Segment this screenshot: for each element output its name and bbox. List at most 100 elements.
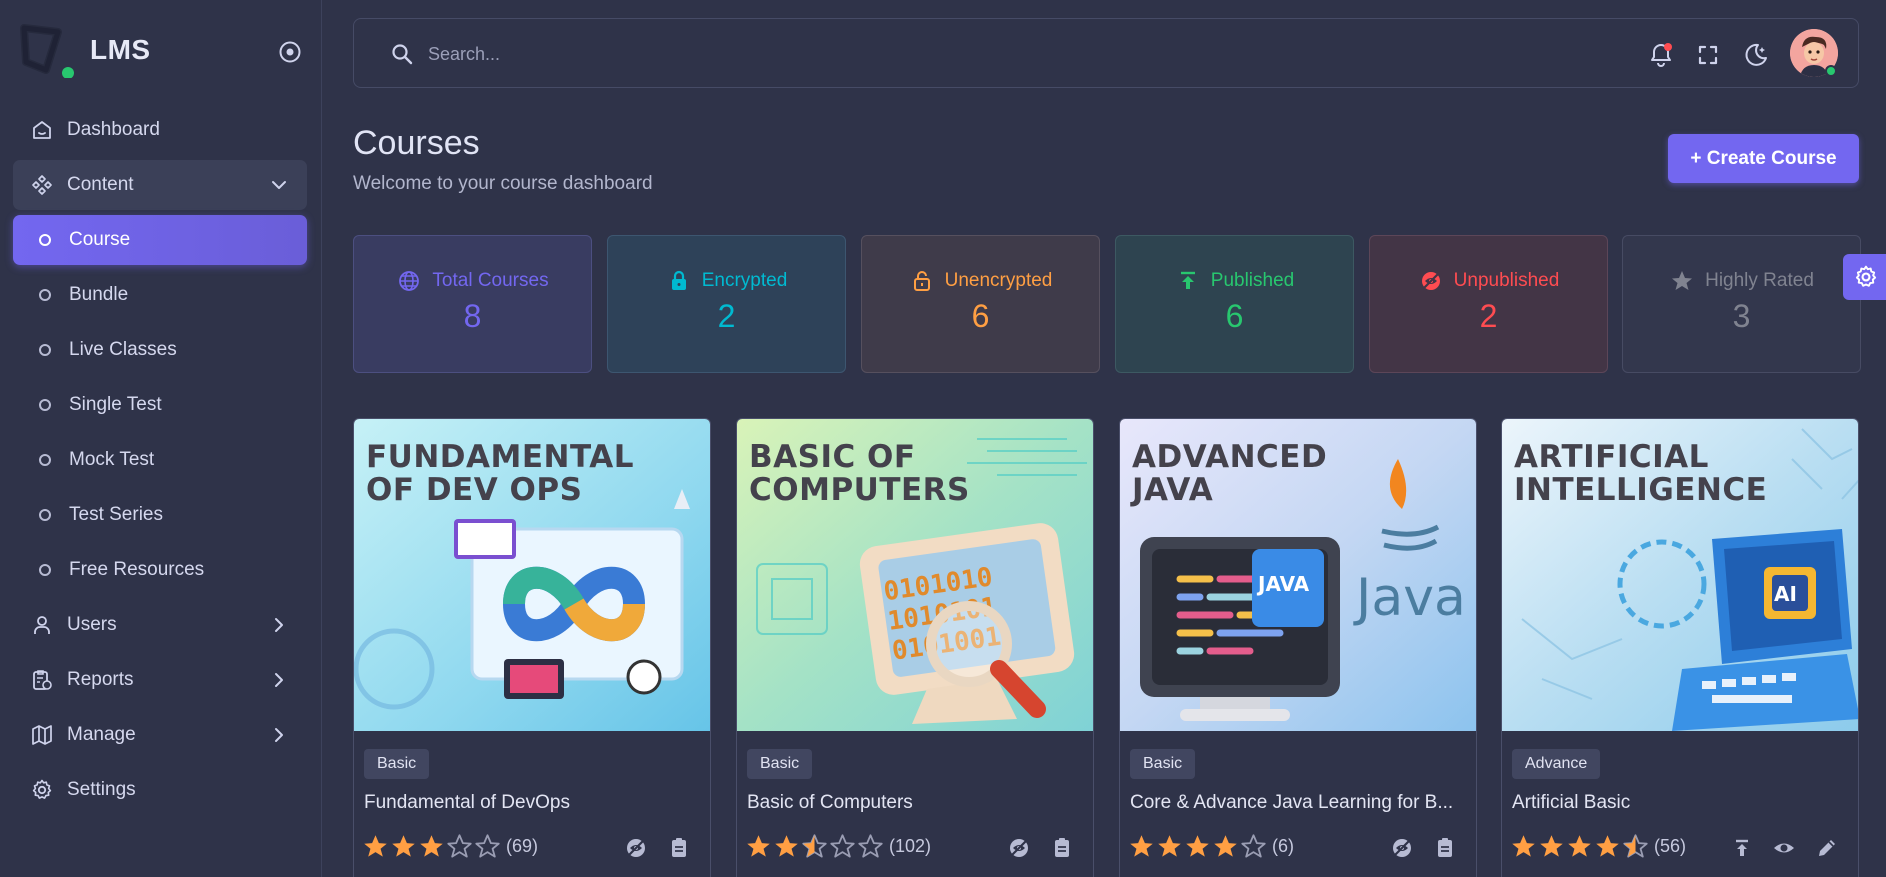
circle-icon [39,454,51,466]
sidebar: LMS Dashboard Content Course Bundle Live… [0,0,322,877]
svg-text:Java: Java [1353,568,1466,628]
sidebar-item-label: Content [67,174,134,195]
stat-unpublished[interactable]: Unpublished 2 [1369,235,1608,373]
stat-encrypted[interactable]: Encrypted 2 [607,235,846,373]
rating-stars: (56) [1510,833,1686,860]
sidebar-item-reports[interactable]: Reports [13,655,307,705]
sidebar-item-label: Dashboard [67,119,160,140]
course-title[interactable]: Fundamental of DevOps [364,792,704,814]
sidebar-item-free-resources[interactable]: Free Resources [13,545,307,595]
chevron-right-icon [275,618,283,632]
edit-pencil-icon[interactable] [1815,836,1839,860]
course-card[interactable]: JAVA Java ADVANCED JAVA Basic Core & Adv… [1119,418,1477,877]
sidebar-item-bundle[interactable]: Bundle [13,270,307,320]
clipboard-icon[interactable] [667,836,691,860]
components-icon [29,172,55,198]
rating-stars: (6) [1128,833,1294,860]
search-input[interactable] [428,37,1128,71]
eye-off-icon[interactable] [1390,836,1414,860]
sidebar-item-content[interactable]: Content [13,160,307,210]
rating-stars: (102) [745,833,931,860]
sidebar-item-label: Free Resources [69,559,205,580]
stat-value: 3 [1732,298,1751,334]
level-badge: Basic [1130,749,1196,779]
star-filled-icon [1596,835,1619,857]
stat-value: 8 [463,298,482,334]
eye-off-icon[interactable] [624,836,648,860]
sidebar-toggle-icon[interactable] [278,40,302,64]
chevron-right-icon [275,673,283,687]
stat-value: 2 [717,298,736,334]
fullscreen-icon[interactable] [1694,41,1722,69]
course-title[interactable]: Basic of Computers [747,792,1087,814]
star-empty-icon [1241,834,1266,858]
course-title[interactable]: Artificial Basic [1512,792,1852,814]
stat-unencrypted[interactable]: Unencrypted 6 [861,235,1100,373]
stat-label: Total Courses [432,270,549,291]
publish-icon[interactable] [1730,836,1754,860]
course-thumbnail[interactable]: FUNDAMENTAL OF DEV OPS [354,419,710,731]
customizer-settings-button[interactable] [1843,254,1886,300]
chevron-down-icon [272,181,286,189]
circle-icon [39,234,51,246]
star-filled-icon [1158,835,1181,857]
stat-total-courses[interactable]: Total Courses 8 [353,235,592,373]
course-title[interactable]: Core & Advance Java Learning for B... [1130,792,1470,814]
star-half-icon [802,834,827,858]
level-badge: Basic [747,749,813,779]
course-card[interactable]: FUNDAMENTAL OF DEV OPS Basic Fundamental… [353,418,711,877]
thumbnail-title: ADVANCED JAVA [1132,439,1328,508]
stat-highly-rated[interactable]: Highly Rated 3 [1622,235,1861,373]
clipboard-icon[interactable] [1050,836,1074,860]
sidebar-item-dashboard[interactable]: Dashboard [13,105,307,155]
sidebar-nav: Dashboard Content Course Bundle Live Cla… [13,105,307,820]
create-course-button[interactable]: + Create Course [1668,134,1859,183]
sidebar-item-mock-test[interactable]: Mock Test [13,435,307,485]
star-half-icon [1623,834,1648,858]
course-thumbnail[interactable]: AI ARTIFICIAL INTELLIGENCE [1502,419,1858,731]
eye-icon[interactable] [1772,836,1796,860]
online-status-dot [1825,65,1837,77]
course-thumbnail[interactable]: 0101010 1010101 0101001 BASIC OF COMPUTE… [737,419,1093,731]
thumbnail-title: ARTIFICIAL INTELLIGENCE [1514,439,1768,508]
star-filled-icon [1130,835,1153,857]
thumbnail-title: FUNDAMENTAL OF DEV OPS [366,439,634,508]
stat-published[interactable]: Published 6 [1115,235,1354,373]
sidebar-item-single-test[interactable]: Single Test [13,380,307,430]
sidebar-item-label: Manage [67,724,136,745]
globe-icon [396,268,422,294]
brand-name: LMS [90,34,151,65]
review-count: (6) [1272,836,1294,856]
sidebar-item-label: Single Test [69,394,162,415]
brand[interactable]: LMS [18,20,308,80]
home-icon [29,117,55,143]
course-card[interactable]: AI ARTIFICIAL INTELLIGENCE Advance Artif… [1501,418,1859,877]
star-filled-icon [1568,835,1591,857]
gear-icon [29,777,55,803]
review-count: (56) [1654,836,1687,856]
sidebar-item-label: Test Series [69,504,163,525]
sidebar-item-manage[interactable]: Manage [13,710,307,760]
course-thumbnail[interactable]: JAVA Java ADVANCED JAVA [1120,419,1476,731]
brand-logo-icon [20,24,74,78]
eye-off-icon[interactable] [1007,836,1031,860]
sidebar-item-test-series[interactable]: Test Series [13,490,307,540]
sidebar-item-settings[interactable]: Settings [13,765,307,815]
sidebar-item-users[interactable]: Users [13,600,307,650]
star-filled-icon [1186,835,1209,857]
star-filled-icon [1512,835,1535,857]
circle-icon [39,564,51,576]
stat-label: Published [1210,270,1295,291]
lock-icon [666,268,692,294]
star-filled-icon [392,835,415,857]
clipboard-icon[interactable] [1433,836,1457,860]
star-empty-icon [447,834,472,858]
sidebar-item-course[interactable]: Course [13,215,307,265]
svg-text:JAVA: JAVA [1256,572,1310,596]
notification-bell-icon[interactable] [1647,41,1675,69]
course-card[interactable]: 0101010 1010101 0101001 BASIC OF COMPUTE… [736,418,1094,877]
theme-moon-icon[interactable] [1742,41,1770,69]
sidebar-item-live-classes[interactable]: Live Classes [13,325,307,375]
stat-value: 6 [1225,298,1244,334]
review-count: (102) [889,836,932,856]
